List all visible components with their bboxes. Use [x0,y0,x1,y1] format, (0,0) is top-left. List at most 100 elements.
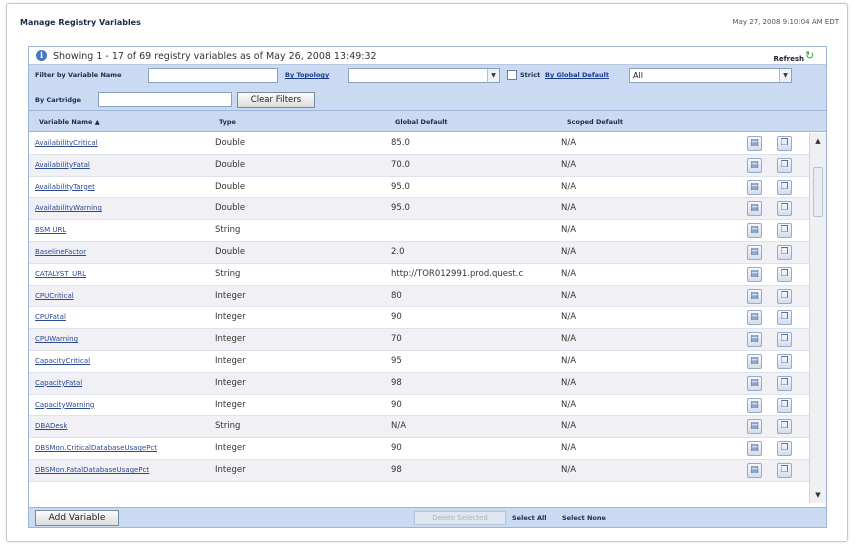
variable-name-link[interactable]: CPUWarning [35,335,211,343]
delete-icon[interactable]: ❐ [777,223,792,239]
column-header-variable-name[interactable]: Variable Name ▲ [39,118,100,126]
delete-icon[interactable]: ❐ [777,375,792,391]
cartridge-filter-input[interactable] [98,92,232,107]
edit-icon[interactable]: ▤ [747,245,762,260]
refresh-link[interactable]: Refresh [773,55,804,63]
edit-icon[interactable]: ▤ [747,201,762,217]
strict-checkbox[interactable] [507,70,517,80]
table-row: CapacityWarning Integer 90 N/A ▤ ❐ [29,395,809,417]
scoped-default-cell: N/A [561,181,577,192]
table-row: DBSMon.CriticalDatabaseUsagePct Integer 90… [29,438,809,460]
status-text: Showing 1 - 17 of 69 registry variables … [53,51,377,62]
table-row: AvailabilityTarget Double 95.0 N/A ▤ ❐ [29,177,809,199]
variable-name-link[interactable]: DBADesk [35,422,211,430]
column-header-scoped-default[interactable]: Scoped Default [567,118,623,126]
edit-icon[interactable]: ▤ [747,223,762,239]
page-title: Manage Registry Variables [20,18,141,27]
variable-name-link[interactable]: CPUFatal [35,313,211,321]
type-cell: Integer [215,465,246,475]
delete-icon[interactable]: ❐ [777,201,792,217]
column-header-global-default[interactable]: Global Default [395,118,448,126]
edit-icon[interactable]: ▤ [747,397,762,413]
column-header-type[interactable]: Type [219,118,236,126]
page-datetime: May 27, 2008 9:10:04 AM EDT [732,18,839,26]
scroll-thumb[interactable] [813,167,823,217]
global-default-cell: 80 [391,290,402,301]
variable-name-link[interactable]: AvailabilityTarget [35,183,211,191]
topology-select[interactable]: ▼ [348,68,500,83]
edit-icon[interactable]: ▤ [747,136,762,151]
delete-icon[interactable]: ❐ [777,332,792,348]
edit-icon[interactable]: ▤ [747,375,762,391]
table-row: BSM URL String N/A ▤ ❐ [29,220,809,242]
delete-icon[interactable]: ❐ [777,463,792,478]
type-cell: Integer [215,399,246,410]
variable-name-link[interactable]: AvailabilityWarning [35,204,211,212]
chevron-down-icon[interactable]: ▼ [779,69,791,82]
delete-icon[interactable]: ❐ [777,310,792,326]
variable-name-link[interactable]: DBSMon.FatalDatabaseUsagePct [35,466,211,474]
table-row: CPUFatal Integer 90 N/A ▤ ❐ [29,307,809,330]
variable-name-link[interactable]: CapacityWarning [35,401,211,409]
edit-icon[interactable]: ▤ [747,288,762,304]
scroll-up-icon[interactable]: ▲ [812,135,824,147]
type-cell: Double [215,159,246,170]
variable-name-link[interactable]: CPUCritical [35,292,211,300]
variable-name-link[interactable]: AvailabilityFatal [35,161,211,169]
edit-icon[interactable]: ▤ [747,441,762,457]
variable-name-link[interactable]: DBSMon.CriticalDatabaseUsagePct [35,444,211,452]
global-default-cell: 2.0 [391,247,405,257]
delete-icon[interactable]: ❐ [777,354,792,369]
edit-icon[interactable]: ▤ [747,354,762,369]
variable-name-link[interactable]: AvailabilityCritical [35,139,211,147]
scroll-down-icon[interactable]: ▼ [812,489,824,501]
global-default-cell: 95 [391,356,402,366]
variable-name-link[interactable]: CapacityFatal [35,379,211,387]
variable-name-filter-label: Filter by Variable Name [35,71,122,79]
scoped-default-cell: N/A [561,356,577,366]
edit-icon[interactable]: ▤ [747,310,762,326]
add-variable-button[interactable]: Add Variable [35,510,119,526]
strict-label: Strict [520,71,541,79]
variable-name-filter-input[interactable] [148,68,278,83]
delete-icon[interactable]: ❐ [777,245,792,260]
edit-icon[interactable]: ▤ [747,266,762,282]
select-all-link[interactable]: Select All [512,514,546,522]
edit-icon[interactable]: ▤ [747,157,762,173]
topology-filter-label[interactable]: By Topology [285,71,329,79]
type-cell: Integer [215,334,246,345]
global-default-select[interactable]: All ▼ [629,68,792,83]
delete-icon[interactable]: ❐ [777,419,792,435]
vertical-scrollbar[interactable]: ▲ ▼ [809,133,826,503]
delete-selected-button[interactable]: Delete Selected [414,511,506,525]
table-row: CapacityFatal Integer 98 N/A ▤ ❐ [29,372,809,395]
delete-icon[interactable]: ❐ [777,441,792,457]
edit-icon[interactable]: ▤ [747,419,762,435]
delete-icon[interactable]: ❐ [777,266,792,282]
edit-icon[interactable]: ▤ [747,332,762,348]
global-default-cell: http://TOR012991.prod.quest.c [391,268,524,279]
scoped-default-cell: N/A [561,421,577,432]
delete-icon[interactable]: ❐ [777,157,792,173]
delete-icon[interactable]: ❐ [777,179,792,195]
edit-icon[interactable]: ▤ [747,463,762,478]
delete-icon[interactable]: ❐ [777,288,792,304]
scoped-default-cell: N/A [561,377,577,388]
delete-icon[interactable]: ❐ [777,136,792,151]
clear-filters-button[interactable]: Clear Filters [237,92,315,108]
edit-icon[interactable]: ▤ [747,179,762,195]
variable-name-link[interactable]: CATALYST_URL [35,270,211,278]
select-none-link[interactable]: Select None [562,514,606,522]
variable-name-link[interactable]: BSM URL [35,226,211,234]
refresh-icon[interactable]: ↻ [805,50,816,61]
cartridge-filter-label: By Cartridge [35,96,82,104]
scoped-default-cell: N/A [561,312,577,323]
global-default-cell: 70.0 [391,159,410,170]
scoped-default-cell: N/A [561,443,577,454]
delete-icon[interactable]: ❐ [777,397,792,413]
chevron-down-icon[interactable]: ▼ [487,69,499,82]
table-row: AvailabilityFatal Double 70.0 N/A ▤ ❐ [29,154,809,177]
global-default-filter-label[interactable]: By Global Default [545,71,609,79]
variable-name-link[interactable]: CapacityCritical [35,357,211,365]
variable-name-link[interactable]: BaselineFactor [35,248,211,256]
